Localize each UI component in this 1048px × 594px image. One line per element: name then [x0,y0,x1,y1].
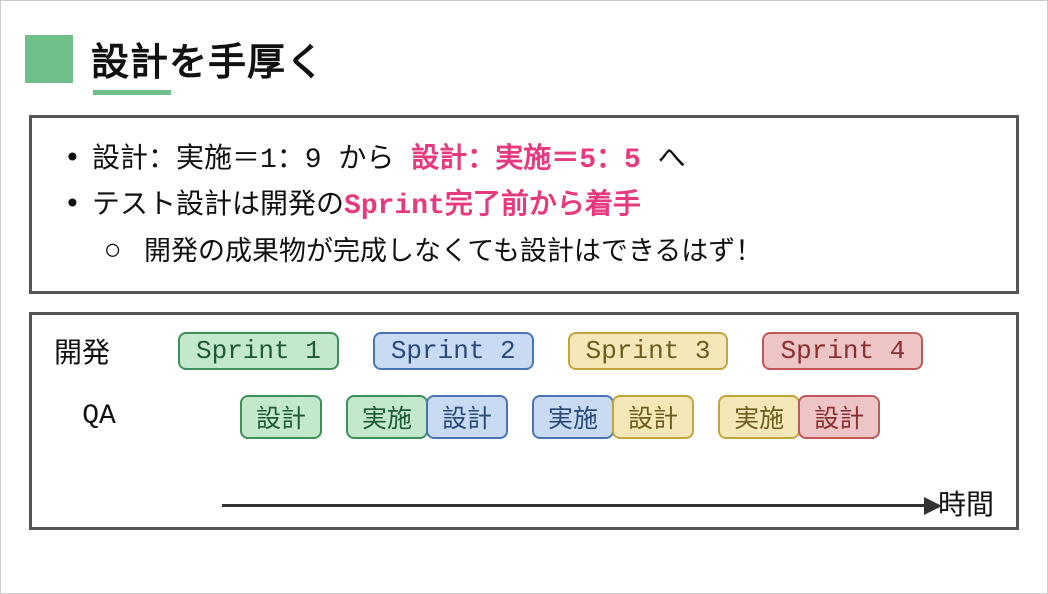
bullet-2-sublist: 開発の成果物が完成しなくても設計はできるはず！ [92,231,992,273]
bullet-1-pre: 設計：実施＝1：9 から [92,145,411,176]
timeline-diagram: 開発 Sprint 1 Sprint 2 Sprint 3 Sprint 4 Q… [29,312,1019,530]
bullets-box: 設計：実施＝1：9 から 設計：実施＝5：5 へ テスト設計は開発のSprint… [29,115,1019,294]
sprint-1: Sprint 1 [178,332,339,370]
sprint-3: Sprint 3 [568,332,729,370]
qa-group-3: 実施 設計 [532,395,694,439]
bullet-2-sub: 開発の成果物が完成しなくても設計はできるはず！ [92,231,992,273]
qa-lane: QA 設計 実施 設計 実施 設計 実施 設計 [54,395,994,439]
qa-group-4: 実施 設計 [718,395,880,439]
bullet-1: 設計：実施＝1：9 から 設計：実施＝5：5 へ [56,136,992,182]
title-accent-square [25,35,73,83]
qa-design-1: 設計 [240,395,322,439]
qa-exec-1: 実施 [346,395,428,439]
sprint-4: Sprint 4 [762,332,923,370]
bullet-2: テスト設計は開発のSprint完了前から着手 開発の成果物が完成しなくても設計は… [56,182,992,272]
bullet-list: 設計：実施＝1：9 から 設計：実施＝5：5 へ テスト設計は開発のSprint… [56,136,992,273]
sprint-2: Sprint 2 [373,332,534,370]
qa-lane-label: QA [54,401,144,432]
dev-lane: 開発 Sprint 1 Sprint 2 Sprint 3 Sprint 4 [54,331,994,371]
bullet-1-post: へ [641,145,686,176]
arrow-line [222,504,924,507]
bullet-2-emph: Sprint完了前から着手 [344,191,641,222]
dev-lane-label: 開発 [54,331,144,371]
slide-title-row: 設計を手厚く [25,31,1023,86]
time-axis-label: 時間 [938,483,994,523]
qa-group-2: 実施 設計 [346,395,508,439]
slide-title: 設計を手厚く [91,31,325,86]
bullet-2-pre: テスト設計は開発の [92,187,344,220]
qa-row: 設計 実施 設計 実施 設計 実施 設計 [240,395,880,439]
time-arrow [222,497,942,515]
qa-design-4: 設計 [798,395,880,439]
bullet-1-emph: 設計：実施＝5：5 [411,145,641,176]
qa-exec-3: 実施 [718,395,800,439]
qa-exec-2: 実施 [532,395,614,439]
qa-design-2: 設計 [426,395,508,439]
qa-group-1: 設計 [240,395,322,439]
sprint-row: Sprint 1 Sprint 2 Sprint 3 Sprint 4 [178,332,923,370]
title-underline [93,90,171,95]
qa-design-3: 設計 [612,395,694,439]
